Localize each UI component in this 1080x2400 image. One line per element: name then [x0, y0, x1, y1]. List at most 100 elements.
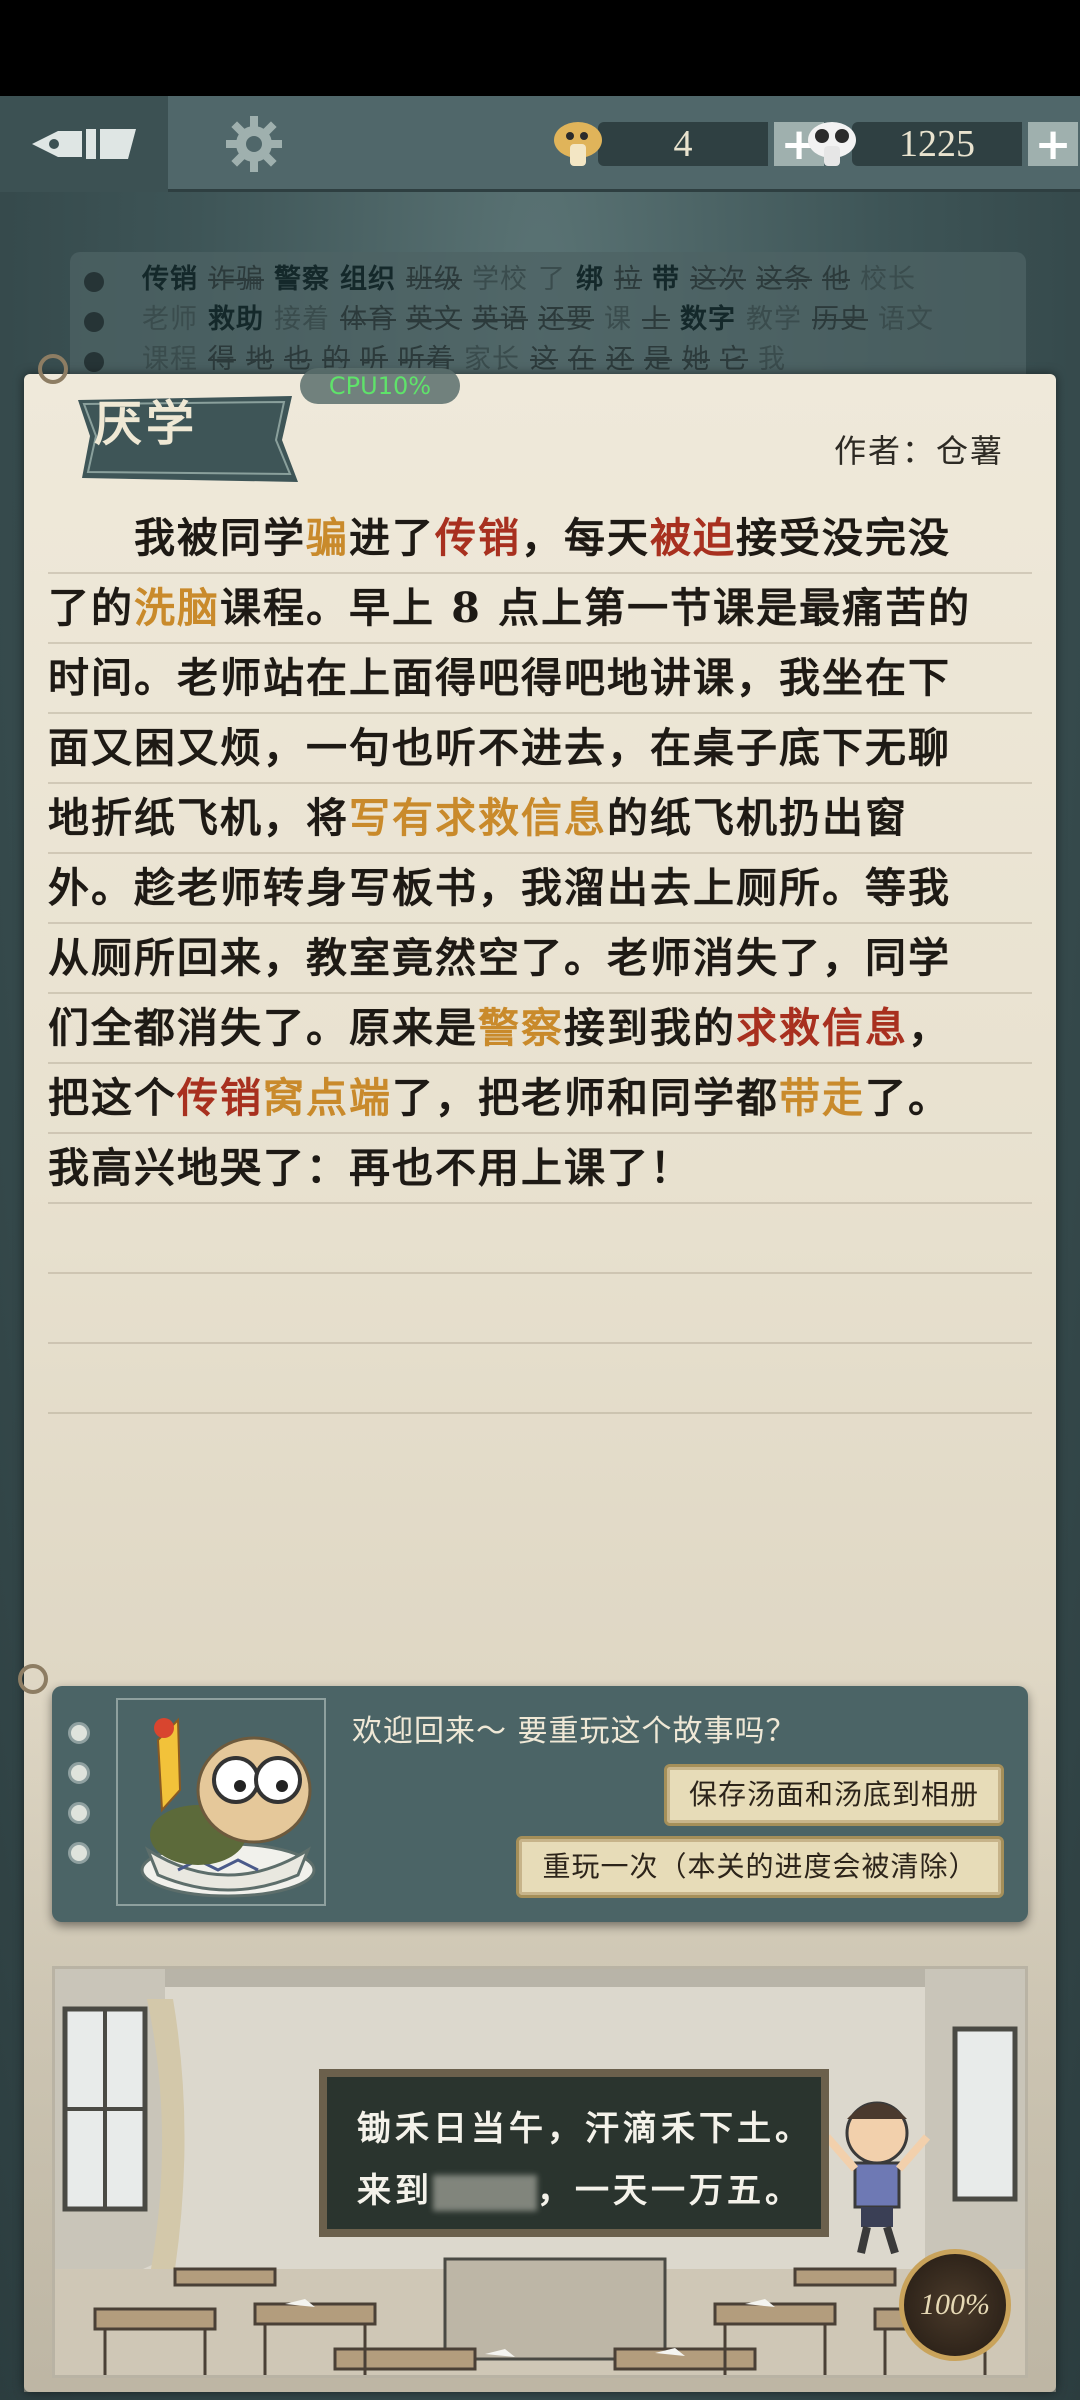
word-chip[interactable]: 了 [538, 260, 566, 300]
mushroom-coin-icon [554, 122, 602, 166]
word-chip[interactable]: 他 [822, 260, 850, 300]
highlighted-word[interactable]: 写有求救信息 [349, 794, 607, 842]
gear-icon [226, 116, 282, 172]
story-line: 我高兴地哭了：再也不用上课了！ [48, 1134, 1032, 1204]
highlighted-word[interactable]: 警察 [478, 1004, 564, 1052]
story-line: 我被同学骗进了传销，每天被迫接受没完没 [48, 504, 1032, 574]
word-chip[interactable]: 学校 [472, 260, 528, 300]
panda-counter: 1225 + [802, 118, 1078, 170]
story-line: 面又困又烦，一句也听不进去，在桌子底下无聊 [48, 714, 1032, 784]
word-chip[interactable]: 班级 [406, 260, 462, 300]
highlighted-word[interactable]: 被迫 [650, 514, 736, 562]
story-title: 厌学 [94, 396, 199, 452]
story-line [48, 1274, 1032, 1344]
highlighted-word[interactable]: 求救信息 [736, 1004, 908, 1052]
ribbon-hook-icon [38, 354, 68, 384]
word-chip[interactable]: 老师 [142, 300, 198, 340]
story-line: 们全都消失了。原来是警察接到我的求救信息， [48, 994, 1032, 1064]
story-text-segment: 外。趁老师转身写板书，我溜出去上厕所。等我 [48, 864, 951, 912]
story-text-segment: 的纸飞机扔出窗 [607, 794, 908, 842]
story-text-segment: 面又困又烦，一句也听不进去，在桌子底下无聊 [48, 724, 951, 772]
word-chip[interactable]: 还要 [538, 300, 594, 340]
word-bank-row: 传销 诈骗 警察 组织 班级 学校了绑拉带这次 这条他校长 [142, 260, 1006, 300]
censored-text [433, 2174, 537, 2211]
status-bar [0, 0, 1080, 96]
word-chip[interactable]: 历史 [812, 300, 868, 340]
highlighted-word[interactable]: 骗 [306, 514, 349, 562]
classroom-scene: 锄禾日当午，汗滴禾下土。 来到 ，一天一万五。 100% [52, 1966, 1028, 2378]
panda-count: 1225 [852, 122, 1022, 166]
story-text-segment: 把这个 [48, 1074, 177, 1122]
word-chip[interactable]: 课 [604, 300, 632, 340]
story-text-segment: 了的 [48, 584, 134, 632]
story-line: 把这个传销窝点端了，把老师和同学都带走了。 [48, 1064, 1032, 1134]
word-chip[interactable]: 警察 [274, 260, 330, 300]
word-chip[interactable]: 带 [652, 260, 680, 300]
story-text-segment: 从厕所回来，教室竟然空了。老师消失了，同学 [48, 934, 951, 982]
dialog-binder-holes [68, 1722, 90, 1882]
word-chip[interactable]: 校长 [860, 260, 916, 300]
coin-counter: 4 + [548, 118, 824, 170]
story-line: 了的洗脑课程。早上 8 点上第一节课是最痛苦的 [48, 574, 1032, 644]
word-chip[interactable]: 数字 [680, 300, 736, 340]
word-chip[interactable]: 英文 [406, 300, 462, 340]
word-chip[interactable]: 绑 [576, 260, 604, 300]
highlighted-word[interactable]: 洗脑 [134, 584, 220, 632]
highlighted-word[interactable]: 窝点端 [263, 1074, 392, 1122]
story-text: 我被同学骗进了传销，每天被迫接受没完没 了的洗脑课程。早上 8 点上第一节课是最痛… [48, 504, 1032, 1414]
add-panda-button[interactable]: + [1028, 119, 1078, 170]
progress-badge: 100% [899, 2249, 1011, 2361]
word-chip[interactable]: 英语 [472, 300, 528, 340]
highlighted-word[interactable]: 传销 [177, 1074, 263, 1122]
word-chip[interactable]: 救助 [208, 300, 264, 340]
story-text-segment: 地折纸飞机，将 [48, 794, 349, 842]
word-chip[interactable]: 拉 [614, 260, 642, 300]
story-text-segment: 我被同学 [48, 514, 306, 562]
highlighted-word[interactable]: 带走 [779, 1074, 865, 1122]
story-text-segment: 了，把老师和同学都 [392, 1074, 779, 1122]
chalkboard-line-2: 来到 ，一天一万五。 [357, 2171, 803, 2211]
story-author: 作者：仓薯 [833, 432, 1004, 470]
story-text-segment: ，每天 [521, 514, 650, 562]
save-to-album-button[interactable]: 保存汤面和汤底到相册 [664, 1764, 1004, 1826]
dialog-message: 欢迎回来～ 要重玩这个故事吗？ [352, 1714, 797, 1749]
fountain-pen-back-icon [32, 129, 136, 159]
back-button[interactable] [0, 96, 168, 192]
word-chip[interactable]: 接着 [274, 300, 330, 340]
story-line [48, 1344, 1032, 1414]
story-text-segment: 课程。早上 8 点上第一节课是最痛苦的 [220, 584, 972, 632]
word-chip[interactable]: 这条 [756, 260, 812, 300]
chalkboard-line-1: 锄禾日当午，汗滴禾下土。 [357, 2109, 813, 2149]
word-chip[interactable]: 诈骗 [208, 260, 264, 300]
story-line [48, 1204, 1032, 1274]
story-text-segment: 接到我的 [564, 1004, 736, 1052]
mascot-image [116, 1698, 326, 1906]
word-chip[interactable]: 传销 [142, 260, 198, 300]
story-text-segment: 们全都消失了。原来是 [48, 1004, 478, 1052]
story-text-segment: 进了 [349, 514, 435, 562]
word-chip[interactable]: 上 [642, 300, 670, 340]
cpu-indicator: CPU10% [300, 368, 460, 404]
word-chip[interactable]: 语文 [878, 300, 934, 340]
story-line: 时间。老师站在上面得吧得吧地讲课，我坐在下 [48, 644, 1032, 714]
panda-mushroom-icon [808, 122, 856, 166]
story-text-segment: 我高兴地哭了：再也不用上课了！ [48, 1144, 693, 1192]
settings-button[interactable] [212, 110, 296, 178]
story-line: 地折纸飞机，将写有求救信息的纸飞机扔出窗 [48, 784, 1032, 854]
story-text-segment: 时间。老师站在上面得吧得吧地讲课，我坐在下 [48, 654, 951, 702]
chalkboard: 锄禾日当午，汗滴禾下土。 来到 ，一天一万五。 [319, 2069, 829, 2237]
replay-dialog: 欢迎回来～ 要重玩这个故事吗？ 保存汤面和汤底到相册 重玩一次（本关的进度会被清… [52, 1686, 1028, 1922]
app-screen: 4 + 1225 + 传销 诈骗 警察 组织 班级 学校了绑拉带这次 这条他校长 老师 救助 接着… [0, 96, 1080, 2400]
word-chip[interactable]: 教学 [746, 300, 802, 340]
story-text-segment: 接受没完没 [736, 514, 951, 562]
story-line: 外。趁老师转身写板书，我溜出去上厕所。等我 [48, 854, 1032, 924]
turtle-mascot-icon [140, 1717, 316, 1898]
word-chip[interactable]: 组织 [340, 260, 396, 300]
word-chip[interactable]: 这次 [690, 260, 746, 300]
word-bank-rows: 传销 诈骗 警察 组织 班级 学校了绑拉带这次 这条他校长 老师 救助 接着 体育 英文 英语 还要课上数… [142, 260, 1006, 380]
highlighted-word[interactable]: 传销 [435, 514, 521, 562]
coin-count: 4 [598, 122, 768, 166]
story-text-segment: 了。 [865, 1074, 951, 1122]
word-chip[interactable]: 体育 [340, 300, 396, 340]
replay-button[interactable]: 重玩一次（本关的进度会被清除） [516, 1836, 1004, 1898]
